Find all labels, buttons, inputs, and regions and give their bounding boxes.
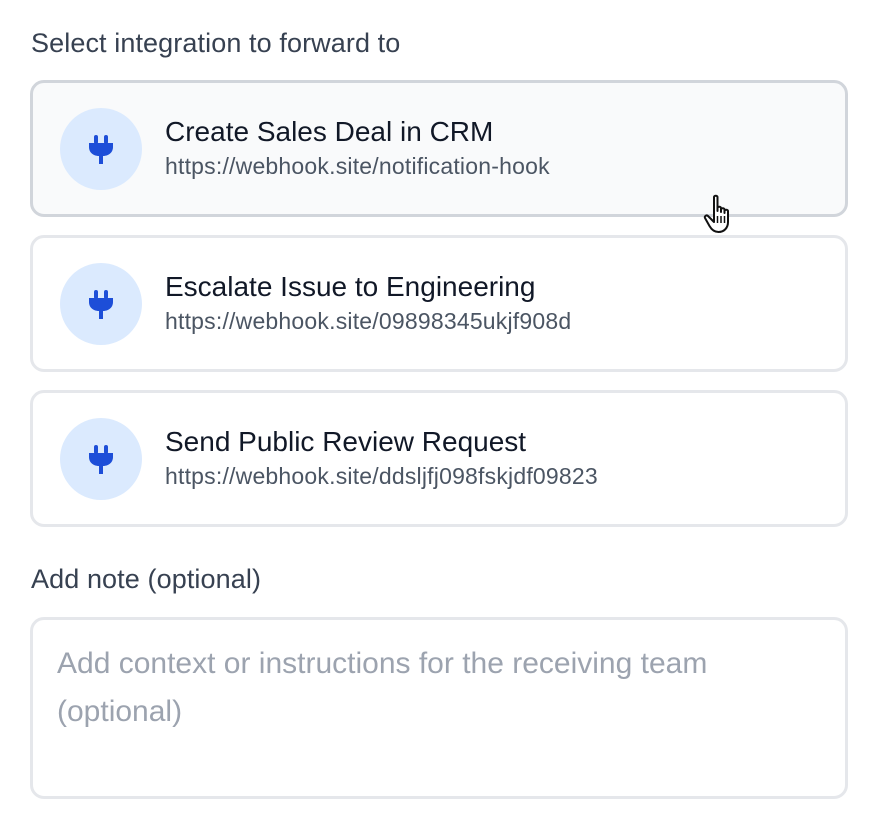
note-textarea[interactable] (30, 617, 848, 799)
integration-option-send-review-request[interactable]: Send Public Review Request https://webho… (30, 390, 848, 527)
plug-icon (89, 289, 113, 319)
integration-option-escalate-issue[interactable]: Escalate Issue to Engineering https://we… (30, 235, 848, 372)
integration-title: Create Sales Deal in CRM (165, 116, 494, 147)
integration-url: https://webhook.site/ddsljfj098fskjdf098… (165, 463, 598, 489)
integration-url: https://webhook.site/notification-hook (165, 153, 550, 179)
integration-url: https://webhook.site/09898345ukjf908d (165, 308, 572, 334)
note-label: Add note (optional) (31, 564, 262, 594)
integration-title: Send Public Review Request (165, 426, 527, 457)
integration-section-heading: Select integration to forward to (31, 28, 401, 58)
integration-icon-badge (60, 262, 142, 345)
plug-icon (89, 134, 113, 164)
hand-pointer-cursor-icon (703, 194, 737, 234)
integration-list: Create Sales Deal in CRM https://webhook… (30, 80, 848, 545)
integration-icon-badge (60, 417, 142, 500)
integration-title: Escalate Issue to Engineering (165, 271, 536, 302)
integration-icon-badge (60, 107, 142, 190)
plug-icon (89, 444, 113, 474)
